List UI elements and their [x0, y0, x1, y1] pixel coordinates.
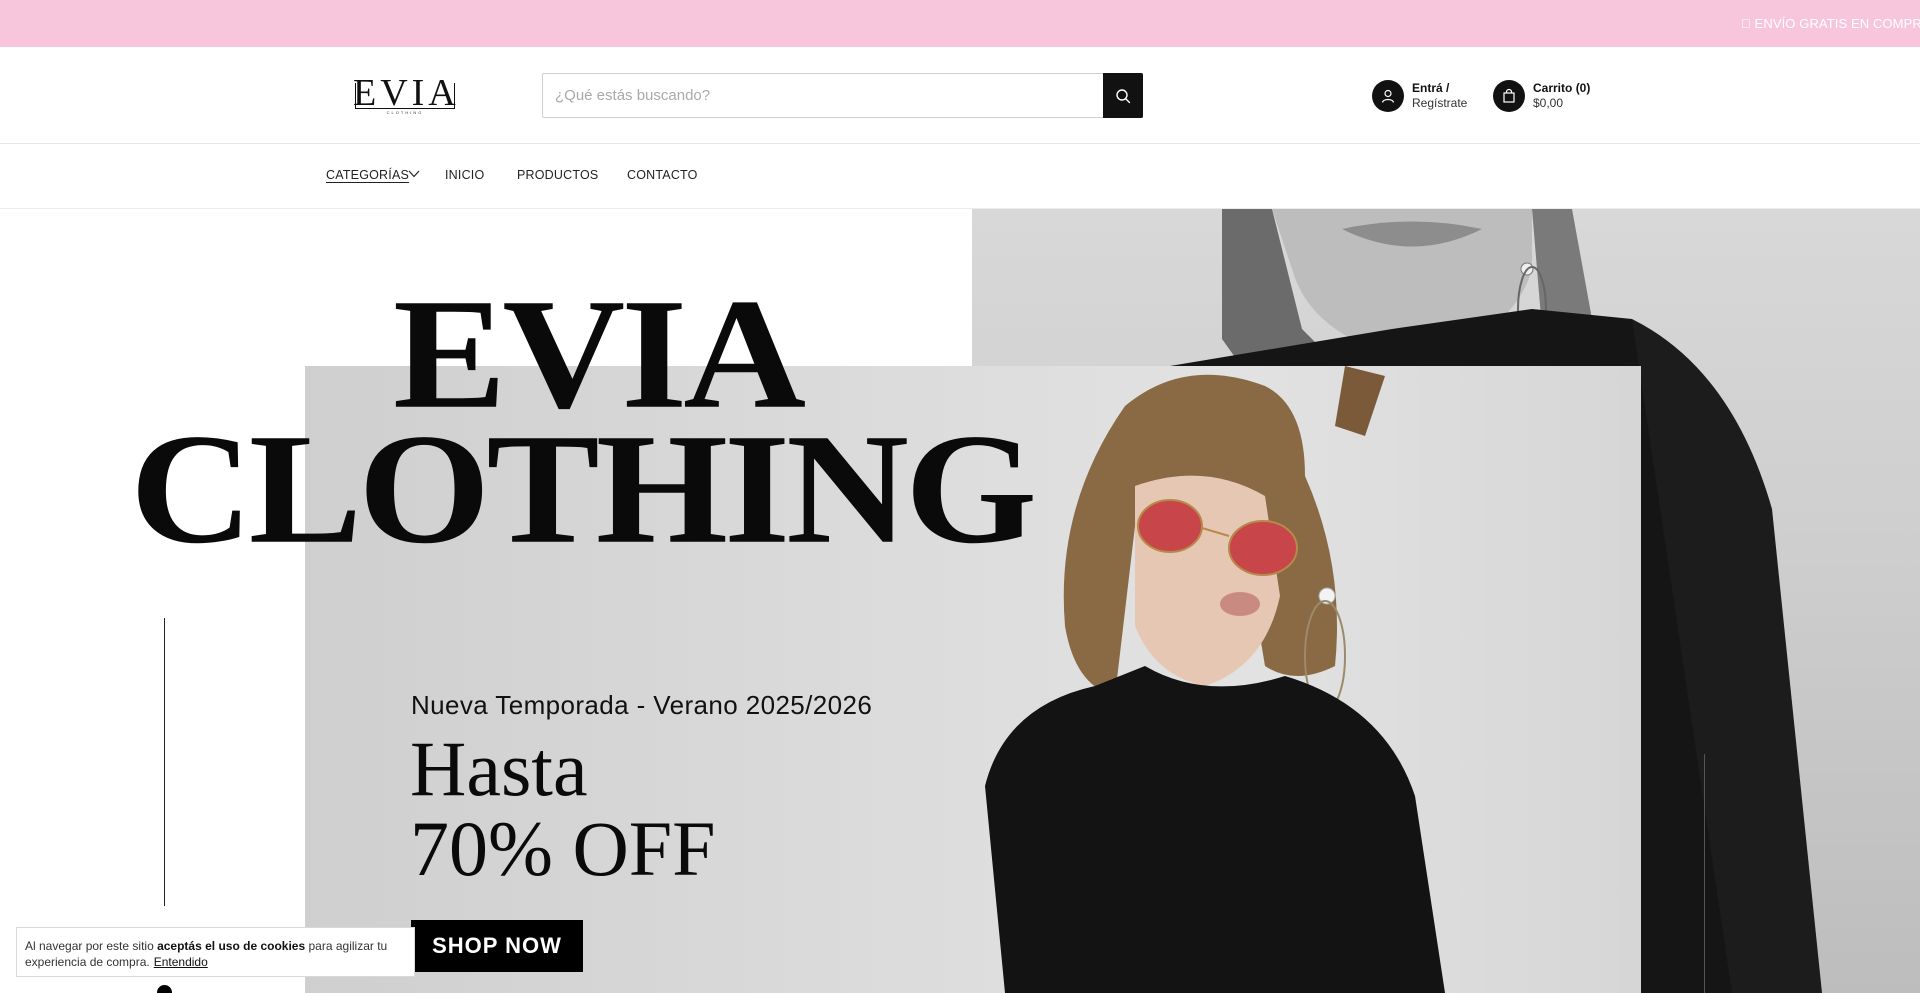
cookie-accept-link[interactable]: Entendido	[154, 955, 208, 969]
cart-link[interactable]: Carrito (0) $0,00	[1493, 79, 1590, 113]
logo-subtitle: CLOTHING	[386, 110, 424, 115]
site-header: EVIA CLOTHING Entrá / Regístrate	[0, 47, 1920, 144]
site-logo[interactable]: EVIA CLOTHING	[353, 72, 460, 117]
cart-total: $0,00	[1533, 96, 1564, 110]
hero-promo-line2: 70% OFF	[410, 805, 716, 892]
decorative-line-right	[1704, 754, 1705, 993]
cookie-banner: Al navegar por este sitio aceptás el uso…	[16, 927, 415, 977]
user-icon	[1372, 80, 1404, 112]
hero-title-line2: CLOTHING	[130, 401, 1037, 577]
hero-banner: EVIA CLOTHING Nueva Temporada - Verano 2…	[0, 209, 1920, 993]
hero-season-text: Nueva Temporada - Verano 2025/2026	[411, 690, 873, 720]
hero-promo: Hasta 70% OFF	[410, 729, 716, 889]
nav-item-categorias[interactable]: CATEGORÍAS	[326, 168, 409, 182]
decorative-line-left	[164, 618, 165, 906]
account-text: Entrá / Regístrate	[1412, 81, 1467, 111]
slider-dot[interactable]	[157, 985, 172, 993]
nav-item-productos[interactable]: PRODUCTOS	[517, 168, 598, 182]
cart-count: (0)	[1575, 81, 1591, 95]
cart-text: Carrito (0) $0,00	[1533, 81, 1590, 111]
announcement-text:   ENVÍO GRATIS EN COMPRAS S	[1741, 16, 1920, 31]
logo-word: EVIA	[353, 72, 460, 114]
announcement-bar:   ENVÍO GRATIS EN COMPRAS S	[0, 0, 1920, 47]
search-button[interactable]	[1103, 73, 1143, 118]
account-link[interactable]: Entrá / Regístrate	[1372, 79, 1467, 113]
cart-title: Carrito	[1533, 81, 1573, 95]
cart-label: Carrito (0)	[1533, 81, 1590, 96]
hero-promo-line1: Hasta	[410, 725, 588, 812]
main-nav: CATEGORÍAS INICIO PRODUCTOS CONTACTO	[0, 144, 1920, 209]
nav-item-contacto[interactable]: CONTACTO	[627, 168, 698, 182]
search-bar	[542, 73, 1143, 118]
search-icon	[1116, 88, 1131, 103]
account-register-label: Regístrate	[1412, 96, 1468, 110]
cookie-text-before: Al navegar por este sitio	[25, 939, 158, 953]
bag-icon	[1493, 80, 1525, 112]
nav-item-inicio[interactable]: INICIO	[445, 168, 484, 182]
search-input[interactable]	[543, 74, 1103, 117]
shop-now-button[interactable]: SHOP NOW	[411, 920, 583, 972]
cookie-text-bold: aceptás el uso de cookies	[157, 939, 306, 953]
chevron-down-icon[interactable]	[407, 167, 421, 181]
account-login-label: Entrá /	[1412, 81, 1450, 95]
